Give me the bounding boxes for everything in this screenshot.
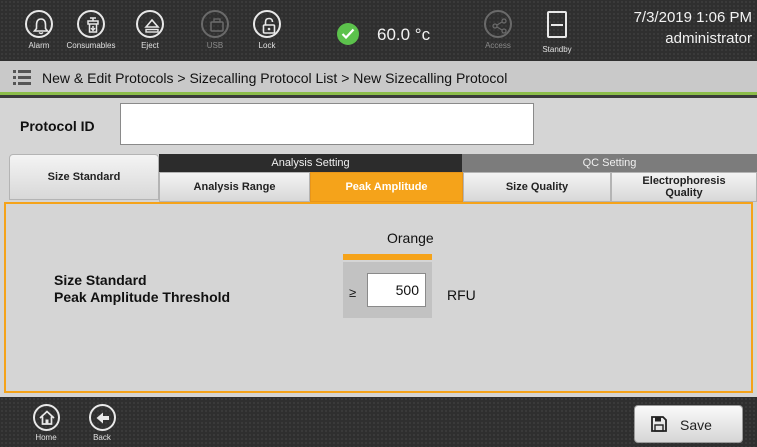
usb-button[interactable]: USB bbox=[185, 0, 245, 61]
bell-icon bbox=[25, 10, 53, 38]
tab-electrophoresis-line1: Electrophoresis bbox=[642, 175, 726, 187]
tab-electrophoresis-line2: Quality bbox=[665, 187, 703, 199]
lock-icon bbox=[253, 10, 281, 38]
eject-button[interactable]: Eject bbox=[120, 0, 180, 61]
analysis-setting-group-header: Analysis Setting bbox=[159, 154, 462, 172]
dye-color-bar bbox=[343, 254, 432, 260]
access-button[interactable]: Access bbox=[468, 0, 528, 61]
qc-setting-group-header: QC Setting bbox=[462, 154, 757, 172]
tab-electrophoresis-quality[interactable]: Electrophoresis Quality bbox=[611, 172, 757, 202]
back-arrow-icon bbox=[88, 404, 116, 431]
threshold-label-line2: Peak Amplitude Threshold bbox=[54, 289, 231, 305]
share-icon bbox=[484, 10, 512, 38]
bottom-toolbar: Home Back Save bbox=[0, 397, 757, 447]
threshold-input[interactable] bbox=[367, 273, 426, 307]
tab-peak-amplitude[interactable]: Peak Amplitude bbox=[310, 172, 463, 202]
consumables-label: Consumables bbox=[66, 41, 116, 50]
alarm-label: Alarm bbox=[28, 41, 50, 50]
tab-size-quality[interactable]: Size Quality bbox=[463, 172, 611, 202]
alarm-button[interactable]: Alarm bbox=[9, 0, 69, 61]
save-label: Save bbox=[680, 417, 712, 433]
home-icon bbox=[32, 404, 60, 431]
home-label: Home bbox=[35, 433, 57, 442]
threshold-unit: RFU bbox=[447, 287, 476, 303]
breadcrumb: New & Edit Protocols > Sizecalling Proto… bbox=[42, 70, 508, 86]
main-panel: Protocol ID Size Standard Analysis Setti… bbox=[0, 98, 757, 397]
standby-label: Standby bbox=[542, 45, 572, 54]
current-user: administrator bbox=[665, 30, 752, 47]
home-button[interactable]: Home bbox=[24, 397, 68, 442]
protocol-id-input[interactable] bbox=[120, 103, 534, 145]
usb-icon bbox=[201, 10, 229, 38]
consumables-icon bbox=[77, 10, 105, 38]
consumables-button[interactable]: Consumables bbox=[61, 0, 121, 61]
save-icon bbox=[651, 416, 667, 432]
dye-name: Orange bbox=[387, 230, 434, 246]
top-toolbar: Alarm Consumables Eject USB Lock 60.0 °c… bbox=[0, 0, 757, 61]
tab-analysis-range[interactable]: Analysis Range bbox=[159, 172, 310, 202]
threshold-label: Size Standard Peak Amplitude Threshold bbox=[54, 272, 230, 306]
menu-icon[interactable] bbox=[13, 70, 31, 85]
save-button[interactable]: Save bbox=[634, 405, 743, 443]
eject-icon bbox=[136, 10, 164, 38]
usb-label: USB bbox=[206, 41, 224, 50]
back-label: Back bbox=[93, 433, 111, 442]
lock-label: Lock bbox=[258, 41, 276, 50]
threshold-label-line1: Size Standard bbox=[54, 272, 147, 288]
protocol-id-label: Protocol ID bbox=[20, 118, 95, 134]
standby-button[interactable]: Standby bbox=[527, 0, 587, 61]
back-button[interactable]: Back bbox=[80, 397, 124, 442]
datetime-text: 7/3/2019 1:06 PM bbox=[633, 9, 752, 26]
temperature-readout: 60.0 °c bbox=[377, 25, 431, 44]
access-label: Access bbox=[485, 41, 511, 50]
lock-button[interactable]: Lock bbox=[237, 0, 297, 61]
eject-label: Eject bbox=[141, 41, 159, 50]
tab-size-standard[interactable]: Size Standard bbox=[9, 154, 159, 200]
breadcrumb-bar: New & Edit Protocols > Sizecalling Proto… bbox=[0, 61, 757, 95]
greater-equal-symbol: ≥ bbox=[349, 285, 357, 300]
standby-icon bbox=[547, 11, 567, 38]
check-icon bbox=[337, 23, 359, 45]
datetime-panel: 7/3/2019 1:06 PM administrator bbox=[634, 9, 752, 47]
